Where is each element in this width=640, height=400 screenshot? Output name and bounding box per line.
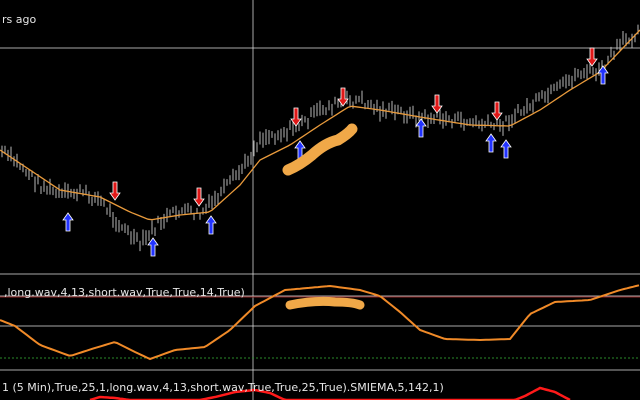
chart-grid xyxy=(0,0,640,400)
sell-arrow-icon xyxy=(193,187,205,207)
price-candles xyxy=(1,24,639,252)
buy-arrow-icon xyxy=(500,139,512,159)
buy-arrow-icon xyxy=(415,118,427,138)
moving-average-line xyxy=(0,29,640,221)
indicator-panel-label: ,long.wav,4,13,short.wav,True,True,14,Tr… xyxy=(4,286,245,299)
bottom-panel-label: 1 (5 Min),True,25,1,long.wav,4,13,short.… xyxy=(2,381,444,394)
signal-arrows xyxy=(62,47,609,257)
sell-arrow-icon xyxy=(491,101,503,121)
buy-arrow-icon xyxy=(485,133,497,153)
sell-arrow-icon xyxy=(586,47,598,67)
trading-chart[interactable] xyxy=(0,0,640,400)
sell-arrow-icon xyxy=(109,181,121,201)
buy-arrow-icon xyxy=(205,215,217,235)
time-ago-label: rs ago xyxy=(2,13,37,26)
buy-arrow-icon xyxy=(62,212,74,232)
annotation-stroke xyxy=(285,296,365,310)
